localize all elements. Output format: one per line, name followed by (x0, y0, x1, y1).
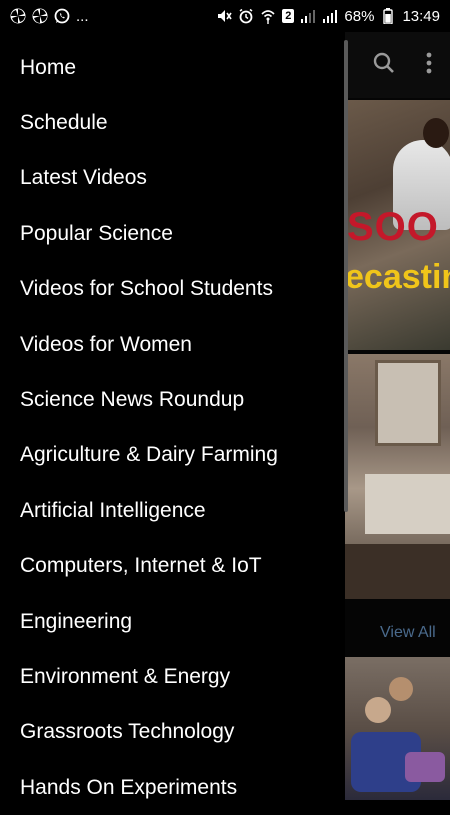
drawer-item-women[interactable]: Videos for Women (0, 317, 345, 372)
mute-icon (216, 8, 232, 24)
sim-slot-badge: 2 (282, 9, 295, 23)
video-thumbnail[interactable] (345, 354, 450, 599)
drawer-item-school-students[interactable]: Videos for School Students (0, 262, 345, 317)
status-bar-left: ... (10, 8, 89, 25)
thumbnail-shape (405, 752, 445, 782)
view-all-link[interactable]: View All (380, 624, 436, 642)
thumbnail-person-head (423, 118, 449, 148)
signal-icon (322, 8, 338, 24)
thumbnail-window (375, 360, 441, 446)
thumbnail-floor (345, 544, 450, 599)
thumbnail-person (389, 677, 413, 701)
video-thumbnail[interactable] (345, 657, 450, 800)
alarm-icon (238, 8, 254, 24)
status-bar: ... 2 68% 13:49 (0, 0, 450, 32)
drawer-item-engineering[interactable]: Engineering (0, 594, 345, 649)
signal-icon (300, 8, 316, 24)
drawer-item-home[interactable]: Home (0, 40, 345, 95)
app-toolbar (345, 32, 450, 98)
drawer-item-computers[interactable]: Computers, Internet & IoT (0, 539, 345, 594)
thumbnail-title-red: SOO (347, 205, 439, 249)
drawer-item-science-news[interactable]: Science News Roundup (0, 372, 345, 427)
whatsapp-icon (54, 8, 70, 24)
drawer-item-popular-science[interactable]: Popular Science (0, 206, 345, 261)
pinwheel-icon (10, 8, 26, 24)
drawer-item-schedule[interactable]: Schedule (0, 95, 345, 150)
featured-video-thumbnail[interactable]: SOO ecastin (345, 100, 450, 350)
battery-percent: 68% (344, 7, 375, 25)
drawer-scrollbar[interactable] (344, 40, 348, 512)
drawer-item-agriculture[interactable]: Agriculture & Dairy Farming (0, 428, 345, 483)
more-options-icon[interactable] (426, 52, 432, 79)
navigation-drawer: Home Schedule Latest Videos Popular Scie… (0, 32, 345, 800)
search-icon[interactable] (372, 51, 396, 80)
status-bar-right: 2 68% 13:49 (216, 8, 440, 25)
drawer-item-artificial-intelligence[interactable]: Artificial Intelligence (0, 483, 345, 538)
status-more-indicator: ... (76, 7, 89, 25)
battery-icon (380, 8, 396, 24)
drawer-item-grassroots[interactable]: Grassroots Technology (0, 705, 345, 760)
drawer-item-environment[interactable]: Environment & Energy (0, 649, 345, 704)
wifi-call-icon (260, 8, 276, 24)
drawer-item-latest-videos[interactable]: Latest Videos (0, 151, 345, 206)
drawer-item-hands-on[interactable]: Hands On Experiments (0, 760, 345, 815)
thumbnail-desk (365, 474, 450, 534)
clock: 13:49 (402, 7, 440, 25)
pinwheel-icon (32, 8, 48, 24)
thumbnail-title-yellow: ecastin (345, 258, 450, 296)
thumbnail-person (365, 697, 391, 723)
drawer-menu-list: Home Schedule Latest Videos Popular Scie… (0, 32, 345, 815)
